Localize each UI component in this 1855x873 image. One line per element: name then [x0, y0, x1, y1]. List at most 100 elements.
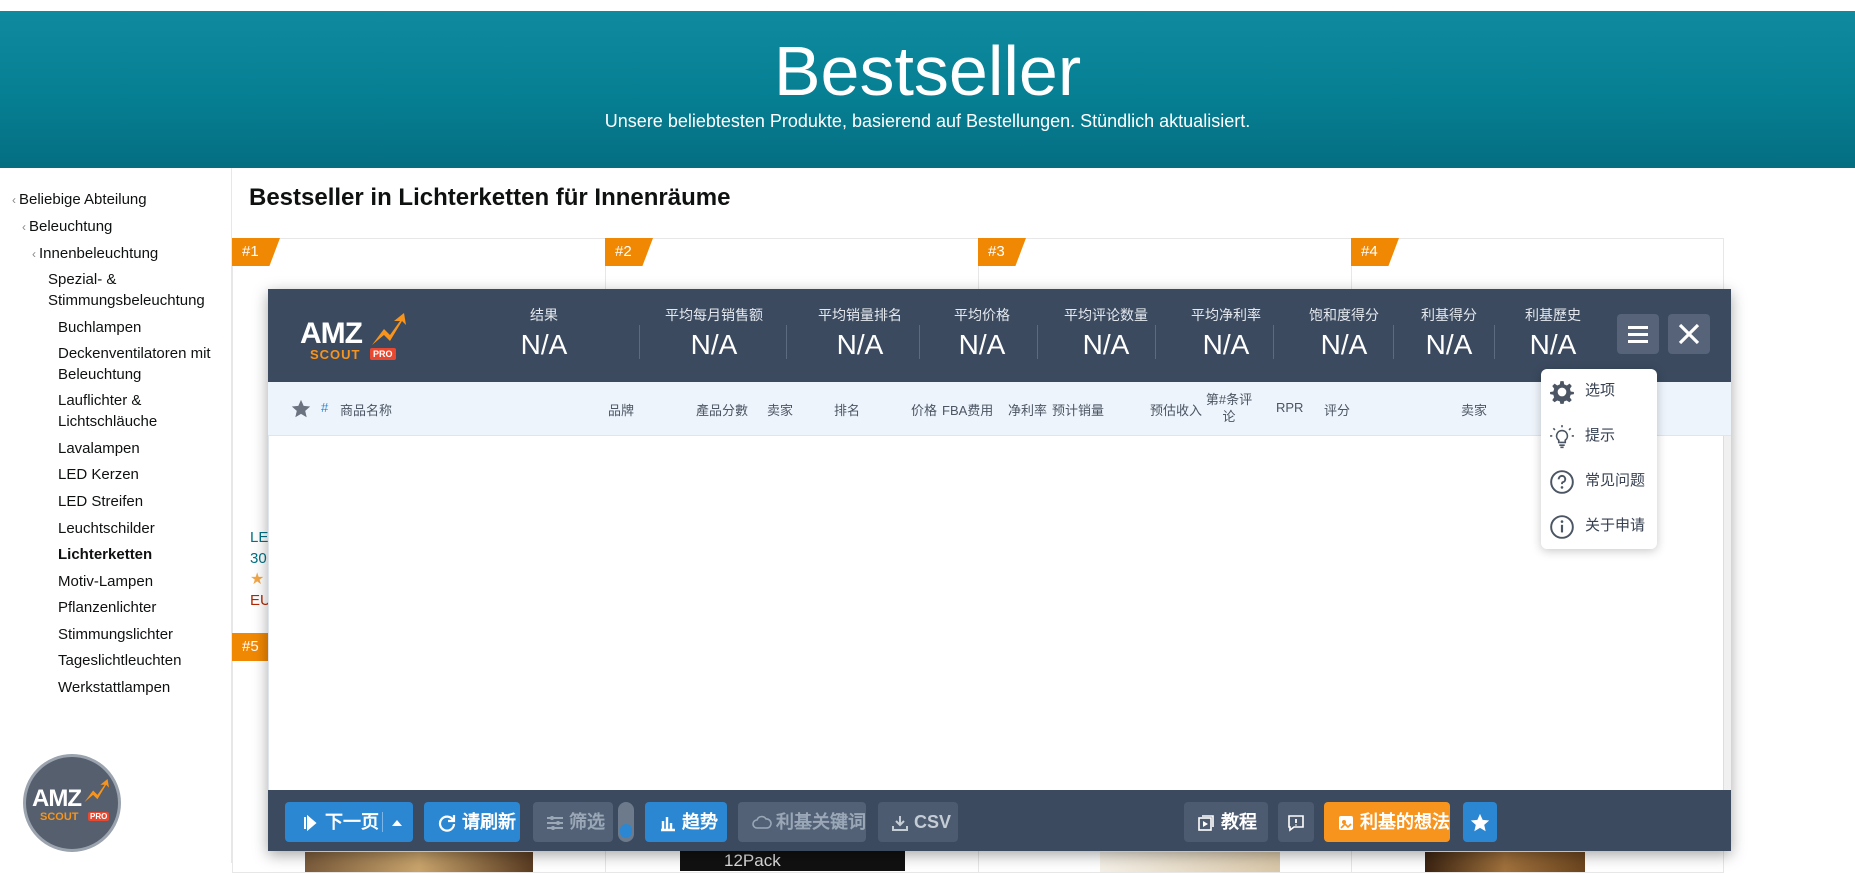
col-rpr[interactable]: RPR — [1276, 400, 1303, 415]
niche-ideas-button[interactable]: 利基的想法 — [1324, 802, 1450, 842]
logo-arrow-icon — [372, 313, 406, 345]
col-fba-fee[interactable]: FBA费用 — [942, 400, 993, 419]
settings-dropdown: 选项 提示 常见问题 关于申请 — [1541, 369, 1657, 549]
refresh-button[interactable]: 请刷新 — [424, 802, 520, 842]
col-rank[interactable]: 排名 — [834, 400, 860, 419]
metric-divider — [1155, 325, 1156, 359]
sidebar-item-led-streifen[interactable]: LED Streifen — [58, 491, 143, 512]
sidebar-item-tageslichtleuchten[interactable]: Tageslichtleuchten — [58, 650, 181, 671]
csv-button[interactable]: CSV — [878, 802, 958, 842]
sidebar-item-motiv-lampen[interactable]: Motiv-Lampen — [58, 571, 153, 592]
table-header: # 商品名称 品牌 產品分數 卖家 排名 价格 FBA费用 净利率 预计销量 预… — [268, 382, 1731, 436]
sidebar-item-lauflichter-line2[interactable]: Lichtschläuche — [58, 411, 157, 432]
col-product-name[interactable]: 商品名称 — [340, 400, 392, 419]
sidebar-item-werkstattlampen[interactable]: Werkstattlampen — [58, 677, 170, 698]
menu-item-faq[interactable]: 常见问题 — [1549, 465, 1653, 497]
col-seller[interactable]: 卖家 — [767, 400, 793, 419]
menu-item-options[interactable]: 选项 — [1549, 375, 1653, 407]
product-thumbnail[interactable] — [1425, 852, 1585, 872]
trend-button[interactable]: 趋势 — [645, 802, 727, 842]
col-number[interactable]: # — [321, 400, 328, 415]
results-table-body — [268, 436, 1731, 790]
col-seller-count[interactable]: 卖家 — [1461, 400, 1487, 419]
sidebar-item-beleuchtung[interactable]: ‹ Beleuchtung — [22, 216, 112, 238]
metric-niche-score: 利基得分 N/A — [1421, 307, 1477, 360]
sidebar-item-pflanzenlichter[interactable]: Pflanzenlichter — [58, 597, 156, 618]
launcher-logo-text: AMZ — [32, 785, 82, 812]
product-thumbnail[interactable] — [1100, 852, 1280, 872]
next-page-label: 下一页 — [325, 812, 379, 832]
metric-results: 结果 N/A — [520, 307, 568, 360]
col-product-score[interactable]: 產品分數 — [696, 400, 748, 419]
amzscout-launcher-button[interactable]: AMZ SCOUT PRO — [23, 754, 121, 852]
amzscout-logo: AMZ SCOUT PRO — [300, 313, 412, 362]
sidebar-item-deckenventilatoren-line2[interactable]: Beleuchtung — [58, 364, 141, 385]
metric-avg-reviews: 平均评论数量 N/A — [1064, 307, 1148, 360]
sidebar-item-lavalampen[interactable]: Lavalampen — [58, 438, 140, 459]
close-button[interactable] — [1668, 314, 1710, 354]
metric-avg-price: 平均价格 N/A — [954, 307, 1010, 360]
close-icon — [1678, 323, 1700, 345]
refresh-icon — [438, 802, 462, 842]
thumbnail-text: 12Pack — [724, 851, 781, 870]
sidebar-item-lauflichter-line1[interactable]: Lauflichter & — [58, 390, 141, 411]
amzscout-panel: AMZ SCOUT PRO 结果 N/A 平均每月销售额 N/A 平均销量排名 N/A… — [268, 289, 1731, 851]
feedback-icon — [1287, 802, 1311, 842]
col-reviews[interactable]: 第#条评论 — [1204, 391, 1254, 425]
product-thumbnail[interactable]: 12Pack — [680, 851, 905, 871]
video-icon — [1198, 802, 1220, 842]
tutorial-button[interactable]: 教程 — [1184, 802, 1268, 842]
sidebar-item-leuchtschilder[interactable]: Leuchtschilder — [58, 518, 155, 539]
filter-toggle[interactable] — [618, 802, 634, 842]
star-column-icon[interactable] — [290, 398, 312, 420]
launcher-scout-text: SCOUT — [40, 811, 79, 823]
sidebar-item-spezial-line1[interactable]: Spezial- & — [48, 269, 116, 290]
menu-button[interactable] — [1617, 314, 1659, 354]
filter-icon — [546, 802, 570, 842]
col-est-revenue[interactable]: 预估收入 — [1150, 400, 1202, 419]
next-page-icon — [303, 802, 323, 842]
favorites-button[interactable] — [1463, 802, 1497, 842]
rank-badge: #1 — [232, 238, 280, 266]
logo-arrow-icon — [84, 779, 109, 803]
menu-item-about[interactable]: 关于申请 — [1549, 510, 1653, 542]
section-title: Bestseller in Lichterketten für Innenräu… — [249, 184, 731, 211]
menu-item-tips[interactable]: 提示 — [1549, 420, 1653, 452]
sidebar-item-stimmungslichter[interactable]: Stimmungslichter — [58, 624, 173, 645]
sidebar-item-any-department[interactable]: ‹ Beliebige Abteilung — [12, 189, 147, 211]
table-scrollbar[interactable] — [1723, 436, 1731, 790]
idea-icon — [1338, 802, 1360, 842]
sidebar-item-innenbeleuchtung[interactable]: ‹ Innenbeleuchtung — [32, 243, 158, 265]
gear-icon — [1550, 381, 1574, 404]
sidebar-item-led-kerzen[interactable]: LED Kerzen — [58, 464, 139, 485]
col-rating[interactable]: 评分 — [1324, 400, 1350, 419]
sidebar-item-deckenventilatoren-line1[interactable]: Deckenventilatoren mit — [58, 343, 211, 364]
metric-avg-net-margin: 平均净利率 N/A — [1191, 307, 1261, 360]
niche-keywords-button[interactable]: 利基关键词 — [738, 802, 866, 842]
category-sidebar: ‹ Beliebige Abteilung ‹ Beleuchtung ‹ Innen… — [0, 168, 232, 863]
hamburger-icon — [1628, 326, 1648, 343]
rank-badge: #2 — [605, 238, 653, 266]
metric-niche-history[interactable]: 利基歷史 N/A — [1501, 305, 1605, 361]
filter-button[interactable]: 筛选 — [533, 802, 613, 842]
col-price[interactable]: 价格 — [911, 400, 937, 419]
product-thumbnail[interactable] — [305, 852, 533, 872]
col-net-margin[interactable]: 净利率 — [1008, 400, 1047, 419]
metric-saturation-score: 饱和度得分 N/A — [1309, 307, 1379, 360]
caret-up-icon[interactable] — [390, 802, 410, 842]
cloud-icon — [752, 802, 778, 842]
metric-divider — [1273, 325, 1274, 359]
sidebar-item-buchlampen[interactable]: Buchlampen — [58, 317, 141, 338]
rank-badge: #3 — [978, 238, 1026, 266]
sidebar-item-spezial-line2[interactable]: Stimmungsbeleuchtung — [48, 290, 205, 311]
col-brand[interactable]: 品牌 — [608, 400, 634, 419]
product-title-peek[interactable]: 30 — [250, 548, 267, 569]
amzscout-header: AMZ SCOUT PRO 结果 N/A 平均每月销售额 N/A 平均销量排名 N/A… — [268, 289, 1731, 382]
amzscout-footer: 下一页 请刷新 筛选 趋势 利基关键词 CSV 教程 利基的想法 — [268, 790, 1731, 851]
metric-divider — [1037, 325, 1038, 359]
feedback-button[interactable] — [1278, 802, 1314, 842]
toggle-knob — [620, 824, 632, 838]
next-page-button[interactable]: 下一页 — [285, 802, 413, 842]
info-icon — [1550, 515, 1574, 539]
col-est-sales[interactable]: 预计销量 — [1052, 400, 1104, 419]
